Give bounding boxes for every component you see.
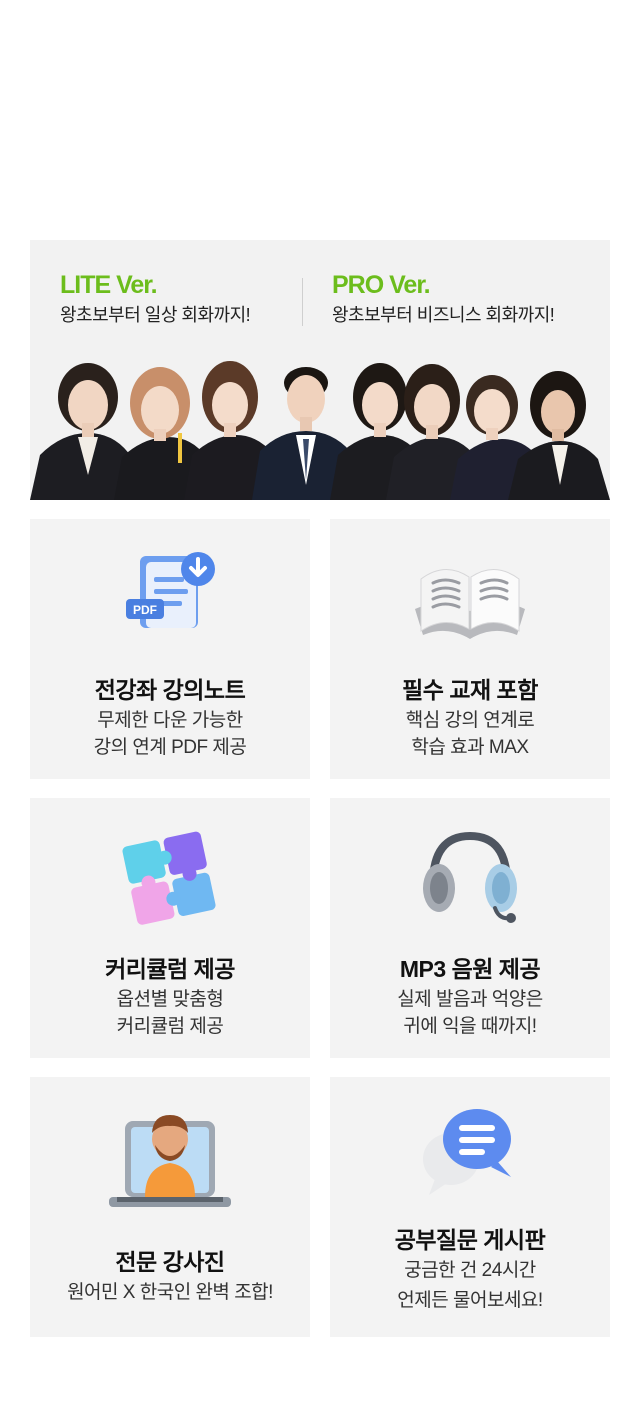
feature-desc-line2: 강의 연계 PDF 제공 <box>93 737 247 758</box>
headset-icon <box>423 831 517 923</box>
svg-text:PDF: PDF <box>133 603 157 617</box>
feature-card-lecture-notes: PDF 전강좌 강의노트 무제한 다운 가능한 강의 연계 PDF 제공 <box>30 519 310 779</box>
feature-title: 전문 강사진 <box>115 1249 225 1275</box>
feature-title: 필수 교재 포함 <box>402 677 538 703</box>
lite-version: LITE Ver. 왕초보부터 일상 회화까지! <box>60 270 251 328</box>
feature-desc-line1: 무제한 다운 가능한 <box>97 710 243 731</box>
feature-card-curriculum: 커리큘럼 제공 옵션별 맞춤형 커리큘럼 제공 <box>30 798 310 1058</box>
feature-card-mp3: MP3 음원 제공 실제 발음과 억양은 귀에 익을 때까지! <box>330 798 610 1058</box>
feature-desc-line2: 귀에 익을 때까지! <box>403 1016 537 1037</box>
feature-card-textbook: 필수 교재 포함 핵심 강의 연계로 학습 효과 MAX <box>330 519 610 779</box>
pro-version: PRO Ver. 왕초보부터 비즈니스 회화까지! <box>332 270 555 328</box>
feature-desc-line1: 핵심 강의 연계로 <box>405 710 535 731</box>
pro-version-desc: 왕초보부터 비즈니스 회화까지! <box>332 305 555 325</box>
feature-desc-line1: 원어민 X 한국인 완벽 조합! <box>67 1282 273 1303</box>
laptop-teacher-icon <box>109 1115 231 1207</box>
feature-desc-line2: 언제든 물어보세요! <box>397 1290 543 1311</box>
feature-desc-line1: 궁금한 건 24시간 <box>404 1260 536 1281</box>
pdf-document-icon: PDF <box>126 552 215 628</box>
feature-desc-line1: 옵션별 맞춤형 <box>116 989 224 1010</box>
feature-title: 커리큘럼 제공 <box>105 956 235 982</box>
feature-title: MP3 음원 제공 <box>399 956 541 982</box>
chat-bubble-icon <box>423 1109 511 1195</box>
version-divider <box>302 278 303 326</box>
feature-title: 공부질문 게시판 <box>394 1227 546 1253</box>
teachers-group-photo <box>30 361 610 500</box>
version-banner: LITE Ver. 왕초보부터 일상 회화까지! PRO Ver. 왕초보부터 … <box>30 240 610 500</box>
open-book-icon <box>415 569 525 639</box>
feature-card-instructors: 전문 강사진 원어민 X 한국인 완벽 조합! <box>30 1077 310 1337</box>
lite-version-desc: 왕초보부터 일상 회화까지! <box>60 305 251 325</box>
puzzle-icon <box>122 831 216 925</box>
teacher-8 <box>508 371 610 500</box>
pro-version-title: PRO Ver. <box>332 271 431 299</box>
lite-version-title: LITE Ver. <box>60 271 158 299</box>
feature-desc-line2: 커리큘럼 제공 <box>116 1016 224 1037</box>
feature-desc-line1: 실제 발음과 억양은 <box>397 989 543 1010</box>
feature-title: 전강좌 강의노트 <box>94 677 246 703</box>
feature-card-qna-board: 공부질문 게시판 궁금한 건 24시간 언제든 물어보세요! <box>330 1077 610 1337</box>
feature-desc-line2: 학습 효과 MAX <box>411 737 529 758</box>
